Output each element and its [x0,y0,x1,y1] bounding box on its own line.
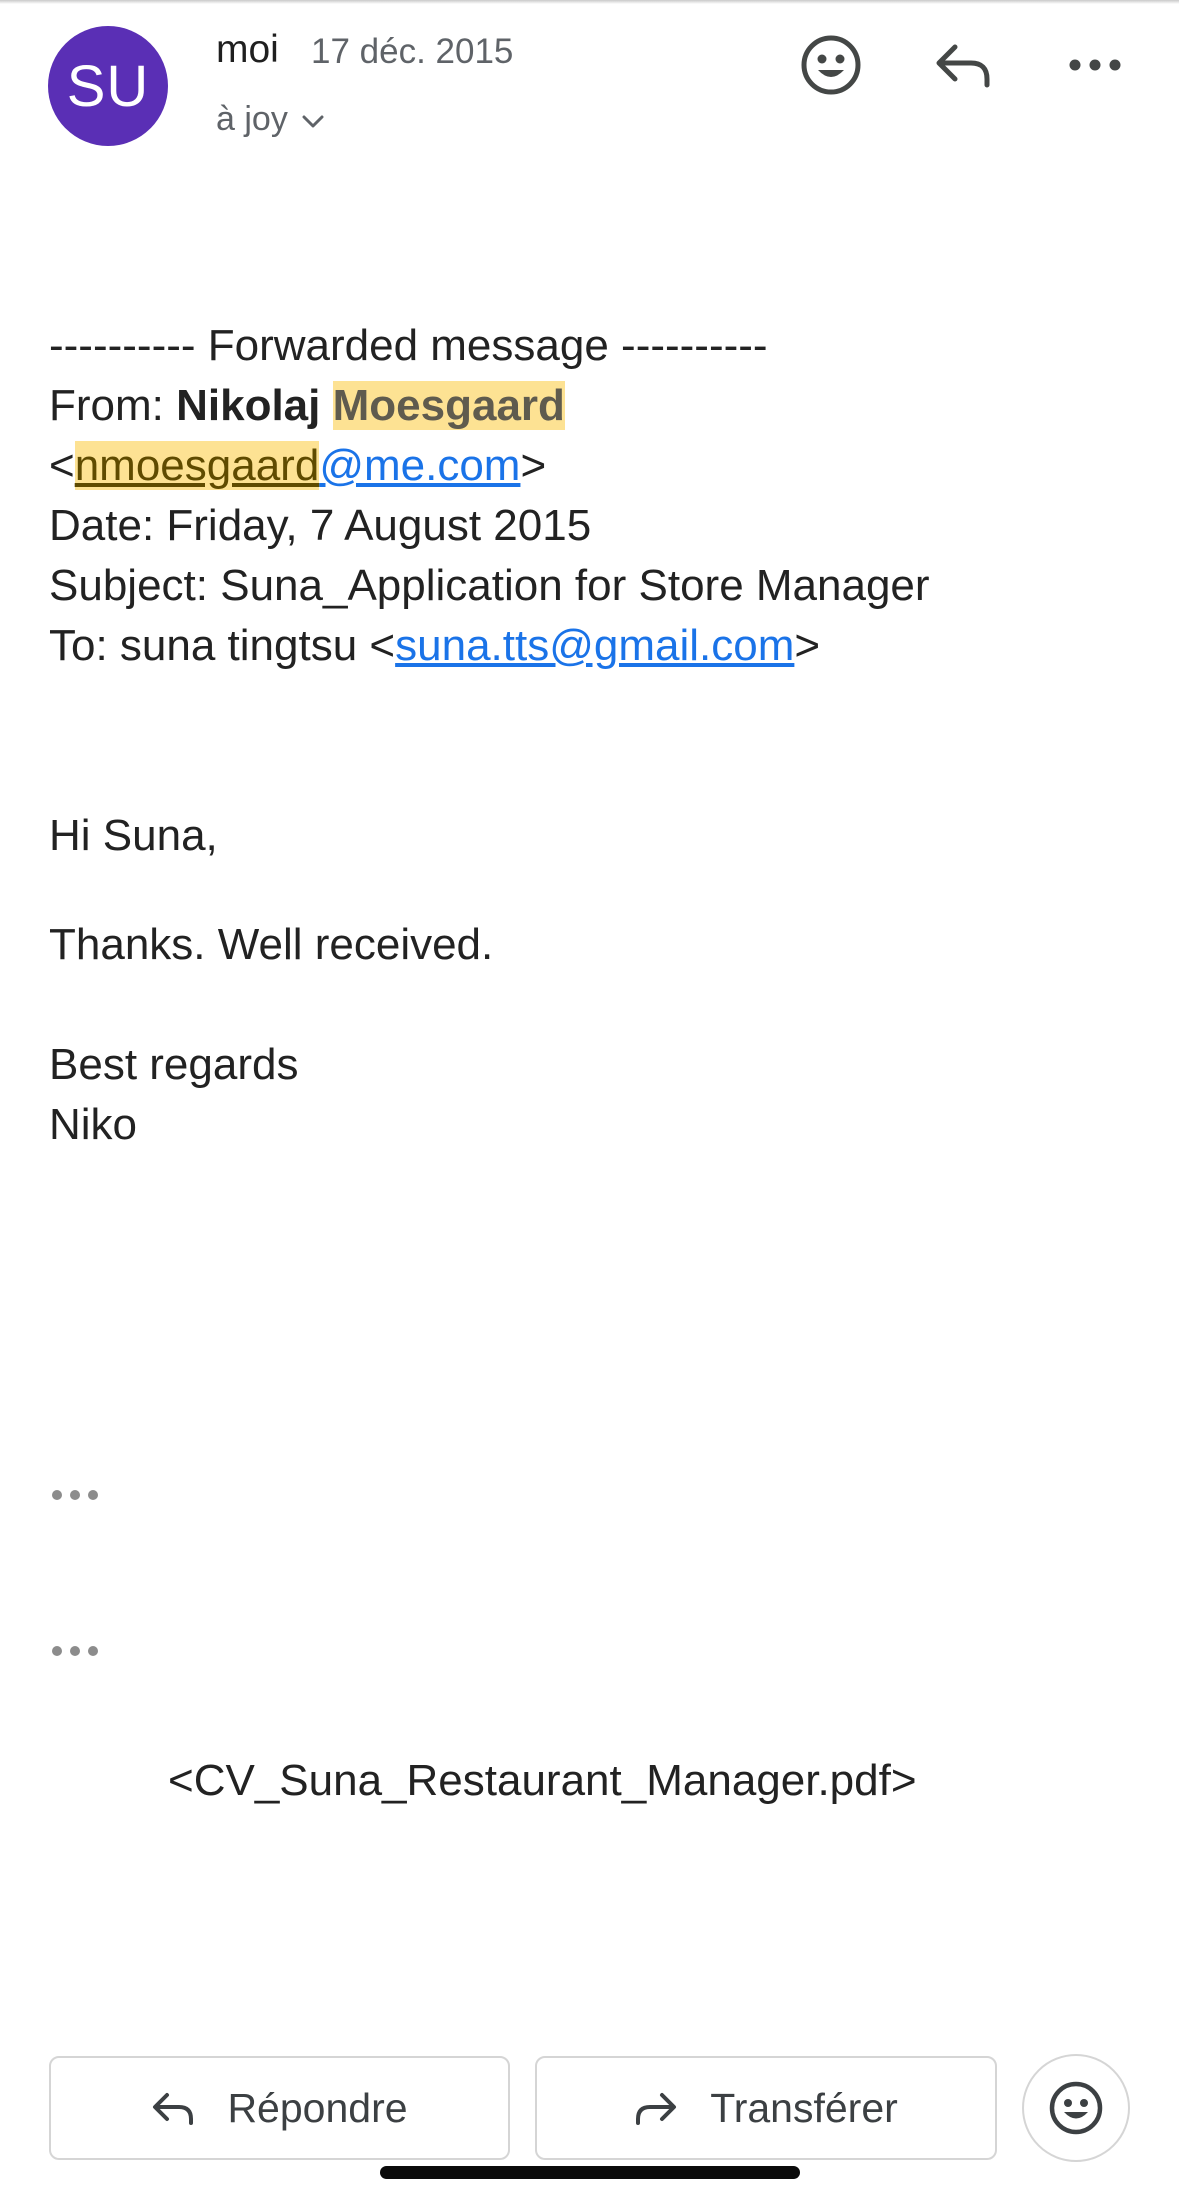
show-trimmed-content-button[interactable] [52,1490,98,1500]
from-last-name-highlight: Moesgaard [332,381,565,430]
chevron-down-icon [302,115,324,127]
signature: Niko [49,1100,138,1149]
reply-button-label: Répondre [227,2084,408,2131]
to-close-bracket: > [794,621,821,670]
top-edge-shadow [0,0,1179,4]
attachment-filename: <CV_Suna_Restaurant_Manager.pdf> [168,1756,917,1805]
avatar[interactable]: SU [48,26,168,146]
from-line: From: Nikolaj Moesgaard [49,376,930,436]
forwarded-divider: ---------- Forwarded message ---------- [49,321,768,370]
to-line: To: suna tingtsu <suna.tts@gmail.com> [49,616,930,676]
email-open-bracket: < [49,441,75,490]
sender-name: moi [216,28,279,71]
forwarded-header-block: ---------- Forwarded message ---------- … [49,316,930,676]
emoji-reaction-button[interactable] [1022,2054,1130,2162]
avatar-initials: SU [66,53,150,119]
body-line: Thanks. Well received. [49,920,494,969]
greeting: Hi Suna, [49,811,218,860]
reply-icon[interactable] [928,30,998,100]
forward-icon [636,2093,677,2125]
more-options-icon[interactable] [1060,30,1130,100]
reply-button[interactable]: Répondre [49,2056,510,2160]
forward-button-label: Transférer [710,2084,898,2131]
emoji-reaction-icon[interactable] [796,30,866,100]
recipient-details-toggle[interactable]: à joy [216,100,324,139]
message-date: 17 déc. 2015 [311,32,514,71]
recipient-label: à joy [216,100,288,138]
subject-value: Suna_Application for Store Manager [220,561,930,610]
show-trimmed-content-button-2[interactable] [52,1646,98,1656]
from-label: From: [49,381,177,430]
home-indicator [380,2166,800,2179]
from-email-user-link[interactable]: nmoesgaard [74,441,320,490]
from-email-line: <nmoesgaard@me.com> [49,436,930,496]
reply-icon [153,2093,194,2125]
emoji-icon [1049,2081,1103,2135]
email-close-bracket: > [520,441,547,490]
from-email-domain-link[interactable]: @me.com [319,441,520,490]
to-email-link[interactable]: suna.tts@gmail.com [395,621,794,670]
subject-label: Subject: [49,561,221,610]
to-label: To: suna tingtsu < [49,621,396,670]
from-first-name: Nikolaj [176,381,321,430]
subject-line: Subject: Suna_Application for Store Mana… [49,556,930,616]
date-line: Date: Friday, 7 August 2015 [49,501,592,550]
closing: Best regards [49,1040,299,1089]
forward-button[interactable]: Transférer [535,2056,997,2160]
